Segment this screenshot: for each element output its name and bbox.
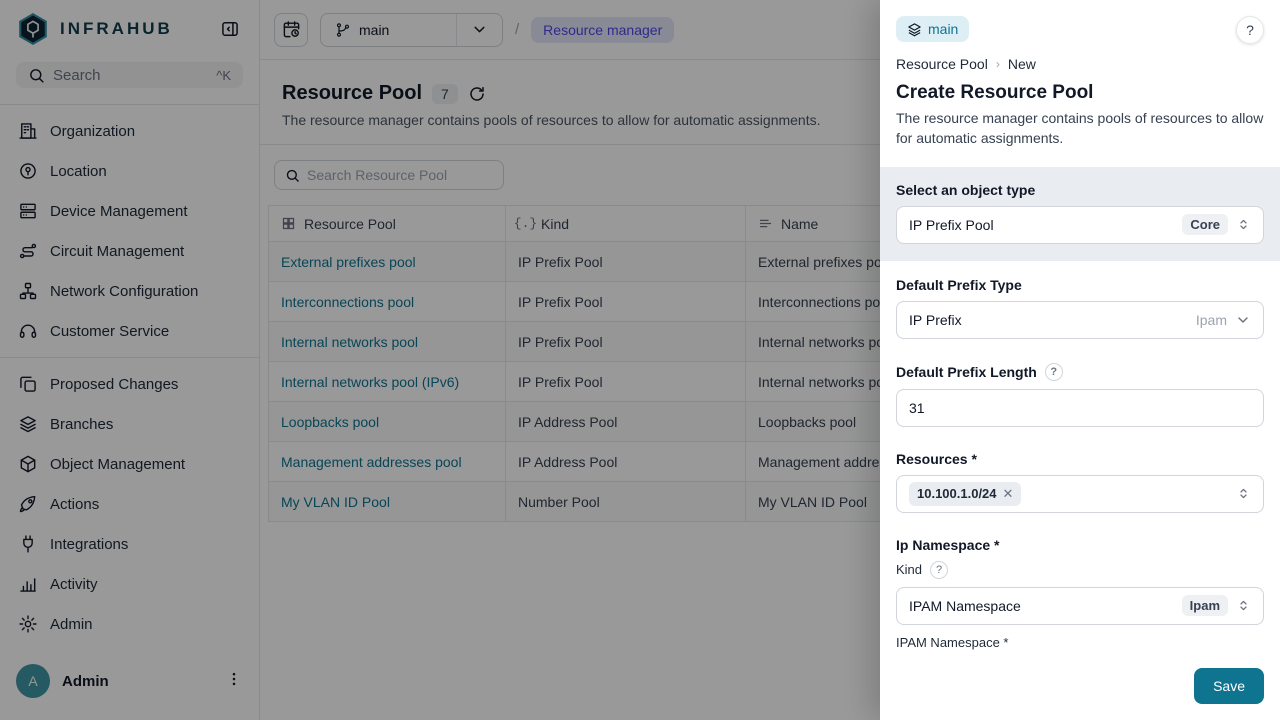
save-button[interactable]: Save	[1194, 668, 1264, 704]
field-resources: Resources * 10.100.1.0/24 ✕	[896, 451, 1264, 513]
field-default-prefix-length: Default Prefix Length ?	[896, 363, 1264, 427]
layers-icon	[907, 22, 922, 37]
ipam-namespace-label: IPAM Namespace *	[896, 635, 1264, 650]
default-prefix-length-input[interactable]	[896, 389, 1264, 427]
chevron-down-icon	[1235, 312, 1251, 328]
updown-stepper-icon	[1236, 486, 1251, 501]
kind-badge: Ipam	[1182, 595, 1228, 616]
panel-form: Default Prefix Type IP Prefix Ipam Defau…	[880, 261, 1280, 652]
updown-stepper-icon	[1236, 217, 1251, 232]
resource-chip-value: 10.100.1.0/24	[917, 486, 997, 501]
object-type-badge: Core	[1182, 214, 1228, 235]
object-type-section: Select an object type IP Prefix Pool Cor…	[880, 167, 1280, 261]
resources-label: Resources *	[896, 451, 1264, 467]
panel-breadcrumb: Resource Pool › New	[896, 56, 1264, 72]
kind-select[interactable]: IPAM Namespace Ipam	[896, 587, 1264, 625]
chevron-right-icon: ›	[996, 57, 1000, 71]
create-resource-pool-panel: main ? Resource Pool › New Create Resour…	[880, 0, 1280, 720]
default-prefix-type-hint: Ipam	[1196, 312, 1227, 328]
default-prefix-type-label: Default Prefix Type	[896, 277, 1264, 293]
object-type-label: Select an object type	[896, 182, 1264, 198]
updown-stepper-icon	[1236, 598, 1251, 613]
panel-header: main ? Resource Pool › New Create Resour…	[880, 0, 1280, 167]
panel-description: The resource manager contains pools of r…	[896, 108, 1264, 149]
field-default-prefix-type: Default Prefix Type IP Prefix Ipam	[896, 277, 1264, 339]
kind-label: Kind	[896, 562, 922, 577]
default-prefix-type-select[interactable]: IP Prefix Ipam	[896, 301, 1264, 339]
breadcrumb-parent[interactable]: Resource Pool	[896, 56, 988, 72]
kind-value: IPAM Namespace	[909, 598, 1174, 614]
resources-multiselect[interactable]: 10.100.1.0/24 ✕	[896, 475, 1264, 513]
remove-chip-icon[interactable]: ✕	[1003, 486, 1014, 502]
branch-badge: main	[896, 16, 969, 42]
help-tooltip-icon[interactable]: ?	[1045, 363, 1063, 381]
object-type-value: IP Prefix Pool	[909, 217, 1174, 233]
default-prefix-length-label: Default Prefix Length	[896, 364, 1037, 380]
resource-chip: 10.100.1.0/24 ✕	[909, 482, 1021, 506]
panel-title: Create Resource Pool	[896, 82, 1264, 104]
default-prefix-type-value: IP Prefix	[909, 312, 1188, 328]
panel-branch-name: main	[928, 21, 958, 37]
ip-namespace-group-label: Ip Namespace *	[896, 537, 1264, 553]
breadcrumb-current: New	[1008, 56, 1036, 72]
panel-footer: Save	[880, 652, 1280, 720]
object-type-select[interactable]: IP Prefix Pool Core	[896, 206, 1264, 244]
field-ip-namespace: Ip Namespace * Kind ? IPAM Namespace Ipa…	[896, 537, 1264, 652]
help-tooltip-icon[interactable]: ?	[930, 561, 948, 579]
help-button[interactable]: ?	[1236, 16, 1264, 44]
